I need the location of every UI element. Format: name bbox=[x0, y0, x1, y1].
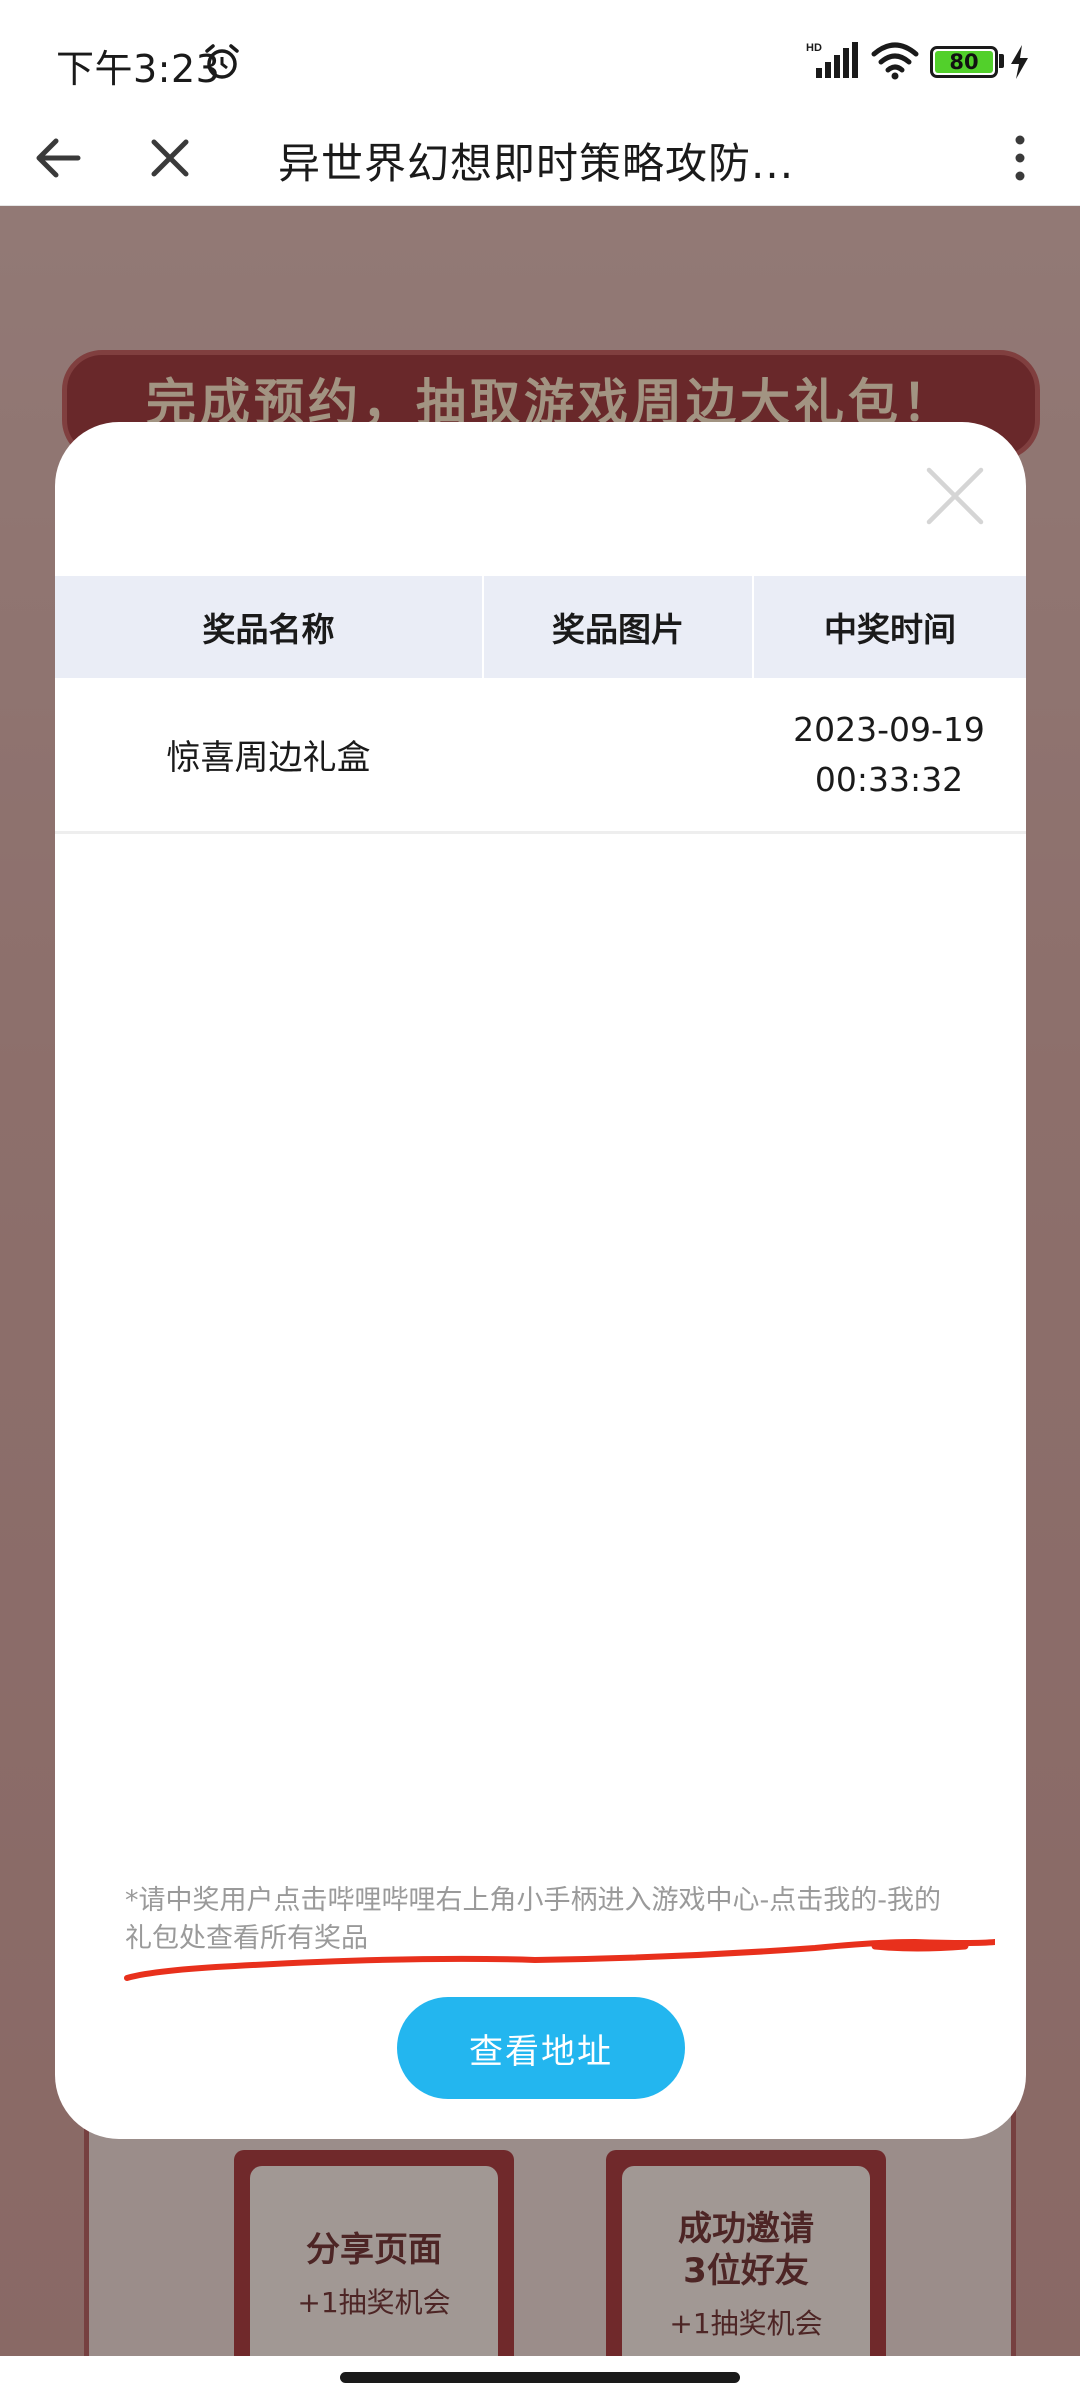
close-page-icon[interactable] bbox=[140, 128, 200, 188]
network-label: HD bbox=[806, 42, 822, 54]
column-header-win-time: 中奖时间 bbox=[752, 576, 1026, 678]
battery-cap bbox=[999, 54, 1004, 68]
status-bar: 下午3:23 HD 80 bbox=[0, 0, 1080, 110]
view-address-button[interactable]: 查看地址 bbox=[397, 1997, 685, 2099]
prize-record-modal: 奖品名称 奖品图片 中奖时间 惊喜周边礼盒 2023-09-19 00:33:3… bbox=[55, 422, 1026, 2139]
win-time: 2023-09-19 00:33:32 bbox=[752, 678, 1026, 831]
status-time: 下午3:23 bbox=[56, 47, 221, 91]
home-handle[interactable] bbox=[340, 2372, 740, 2383]
more-menu-icon[interactable] bbox=[1000, 126, 1040, 190]
win-clock-time: 00:33:32 bbox=[814, 759, 964, 799]
battery-icon: 80 bbox=[930, 46, 998, 78]
gesture-nav-bar bbox=[0, 2356, 1080, 2400]
red-underline-annotation bbox=[124, 1938, 995, 1981]
cellular-signal-icon: HD bbox=[806, 42, 858, 78]
alarm-clock-icon bbox=[205, 44, 239, 79]
prize-name: 惊喜周边礼盒 bbox=[166, 738, 371, 778]
battery-level: 80 bbox=[935, 51, 993, 73]
browser-title-bar: 异世界幻想即时策略攻防... bbox=[0, 110, 1080, 206]
back-arrow-icon[interactable] bbox=[28, 128, 88, 188]
table-row: 惊喜周边礼盒 2023-09-19 00:33:32 bbox=[55, 678, 1026, 834]
charging-bolt-icon bbox=[1011, 45, 1028, 79]
prize-table-header: 奖品名称 奖品图片 中奖时间 bbox=[55, 576, 1026, 678]
page-title: 异世界幻想即时策略攻防... bbox=[278, 139, 795, 188]
wifi-icon bbox=[871, 42, 919, 80]
prize-image bbox=[482, 678, 752, 831]
win-date: 2023-09-19 bbox=[793, 709, 985, 749]
column-header-prize-image: 奖品图片 bbox=[482, 576, 752, 678]
close-icon[interactable] bbox=[921, 462, 989, 530]
column-header-prize-name: 奖品名称 bbox=[202, 610, 335, 649]
